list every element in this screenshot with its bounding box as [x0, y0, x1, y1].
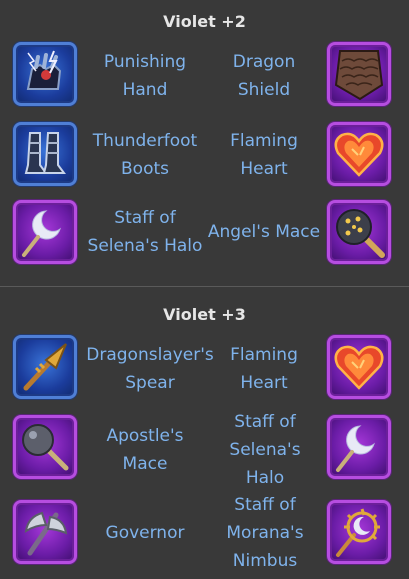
label-punishing-hand: Punishing Hand [103, 52, 187, 100]
label-dragonslayers-spear: Dragonslayer's Spear [86, 345, 214, 393]
governor-icon[interactable] [13, 500, 77, 564]
item-panel: Violet +2 Punishing Hand Dragon Shield T… [0, 0, 409, 579]
apostles-mace-icon[interactable] [13, 415, 77, 479]
label-dragon-shield: Dragon Shield [232, 52, 296, 100]
staff-of-selenas-halo-icon[interactable] [327, 415, 391, 479]
label-flaming-heart-2: Flaming Heart [230, 345, 298, 393]
flaming-heart-icon[interactable] [327, 122, 391, 186]
dragon-shield-icon[interactable] [327, 42, 391, 106]
label-thunderfoot-boots: Thunderfoot Boots [92, 131, 198, 179]
section-title-violet-2: Violet +2 [163, 12, 246, 31]
thunderfoot-boots-icon[interactable] [13, 122, 77, 186]
dragonslayers-spear-icon[interactable] [13, 335, 77, 399]
section-divider [0, 286, 409, 287]
label-apostles-mace: Apostle's Mace [106, 426, 184, 474]
label-staff-of-selenas-halo: Staff of Selena's Halo [87, 208, 203, 256]
angels-mace-icon[interactable] [327, 200, 391, 264]
section-title-violet-3: Violet +3 [163, 305, 246, 324]
staff-of-moranas-nimbus-icon[interactable] [327, 500, 391, 564]
staff-of-selenas-halo-icon[interactable] [13, 200, 77, 264]
punishing-hand-icon[interactable] [13, 42, 77, 106]
label-flaming-heart: Flaming Heart [230, 131, 298, 179]
label-governor: Governor [105, 523, 185, 543]
label-angels-mace: Angel's Mace [207, 222, 321, 242]
flaming-heart-icon[interactable] [327, 335, 391, 399]
label-staff-of-moranas-nimbus: Staff of Morana's Nimbus [226, 495, 304, 571]
label-staff-of-selenas-halo-2: Staff of Selena's Halo [229, 412, 301, 488]
